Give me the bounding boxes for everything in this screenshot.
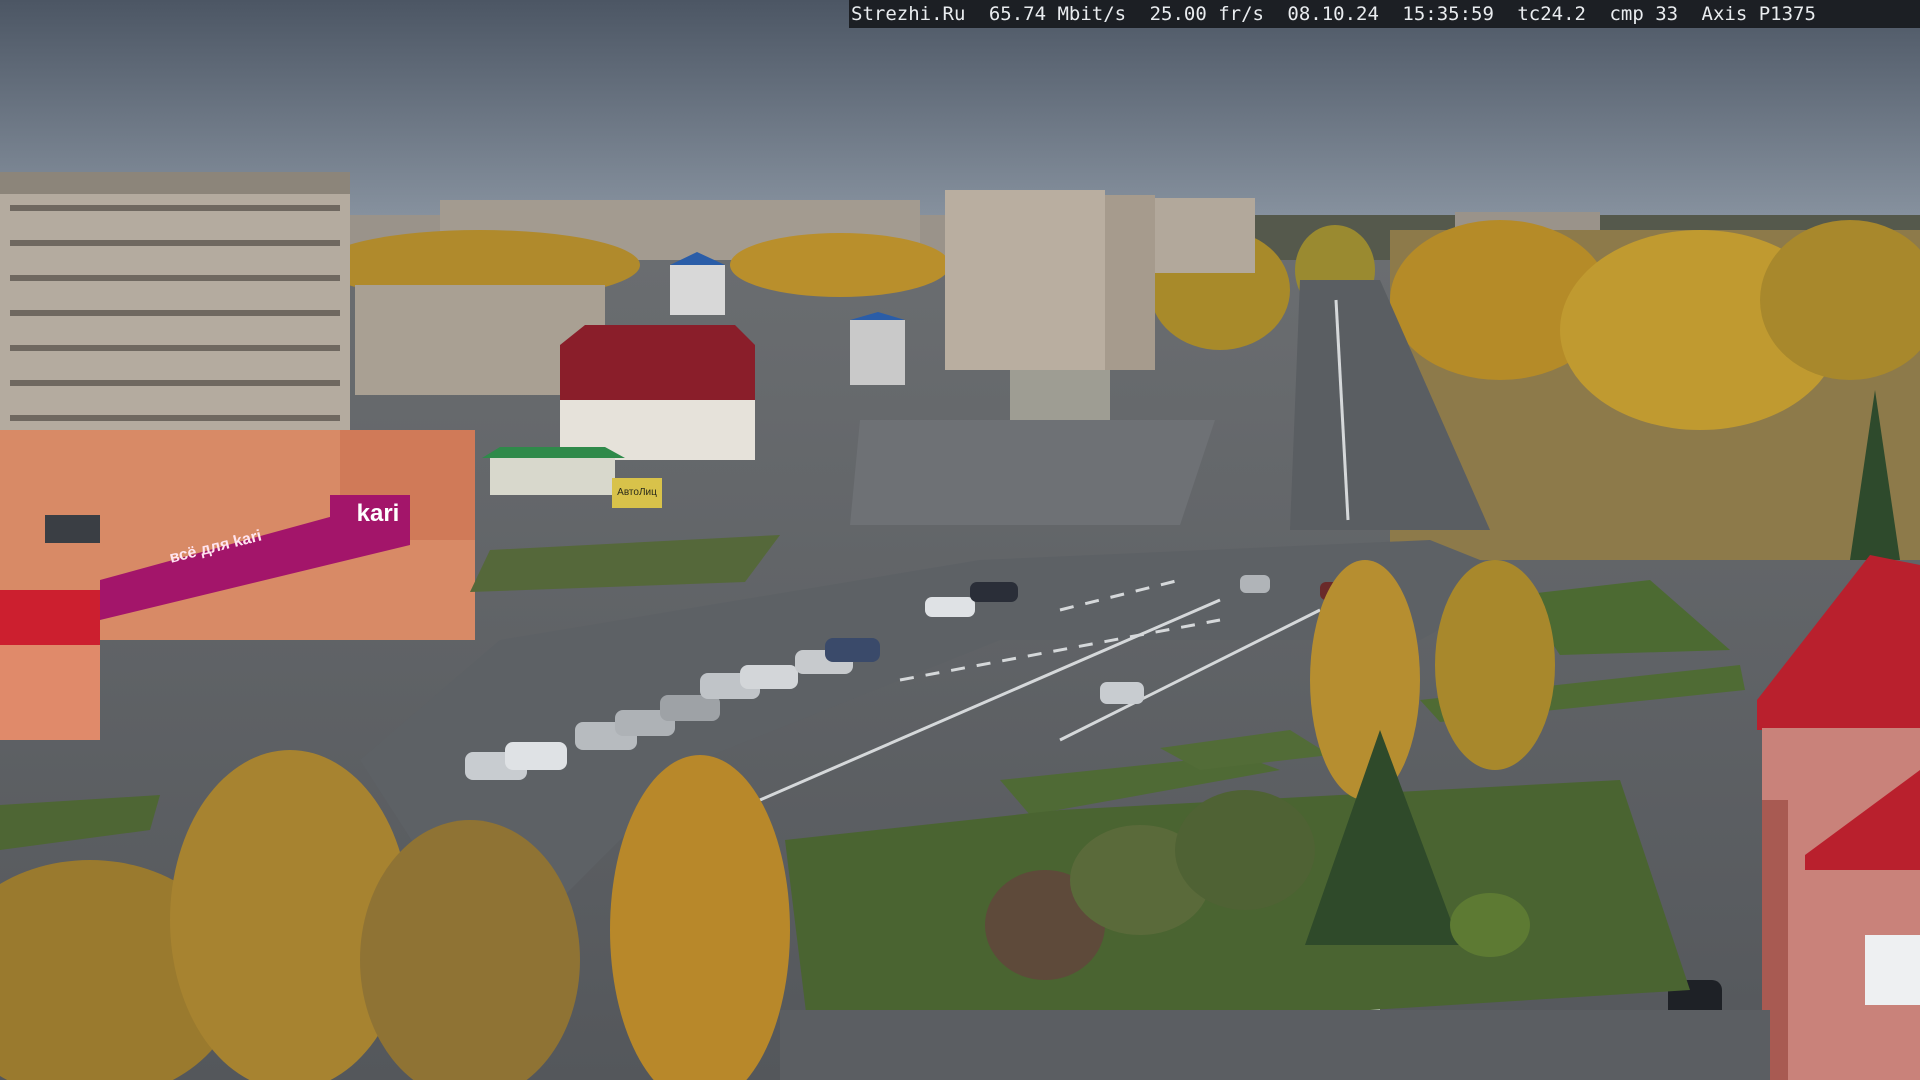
shop-sign: АвтоЛиц [617,487,657,498]
kari-sign: kari [356,500,400,527]
osd-site: Strezhi.Ru [851,3,966,25]
osd-temperature: tc24.2 [1517,3,1586,25]
webcam-frame: Strezhi.Ru 65.74 Mbit/s 25.00 fr/s 08.10… [0,0,1920,1080]
osd-date: 08.10.24 [1287,3,1379,25]
osd-framerate: 25.00 fr/s [1149,3,1264,25]
lower-car-park [780,1010,1770,1080]
camera-osd-bar: Strezhi.Ru 65.74 Mbit/s 25.00 fr/s 08.10… [849,0,1920,28]
osd-time: 15:35:59 [1402,3,1494,25]
osd-camera-model: Axis P1375 [1701,3,1816,25]
central-plaza [850,420,1215,525]
osd-compression: cmp 33 [1609,3,1679,25]
osd-bitrate: 65.74 Mbit/s [988,3,1127,25]
